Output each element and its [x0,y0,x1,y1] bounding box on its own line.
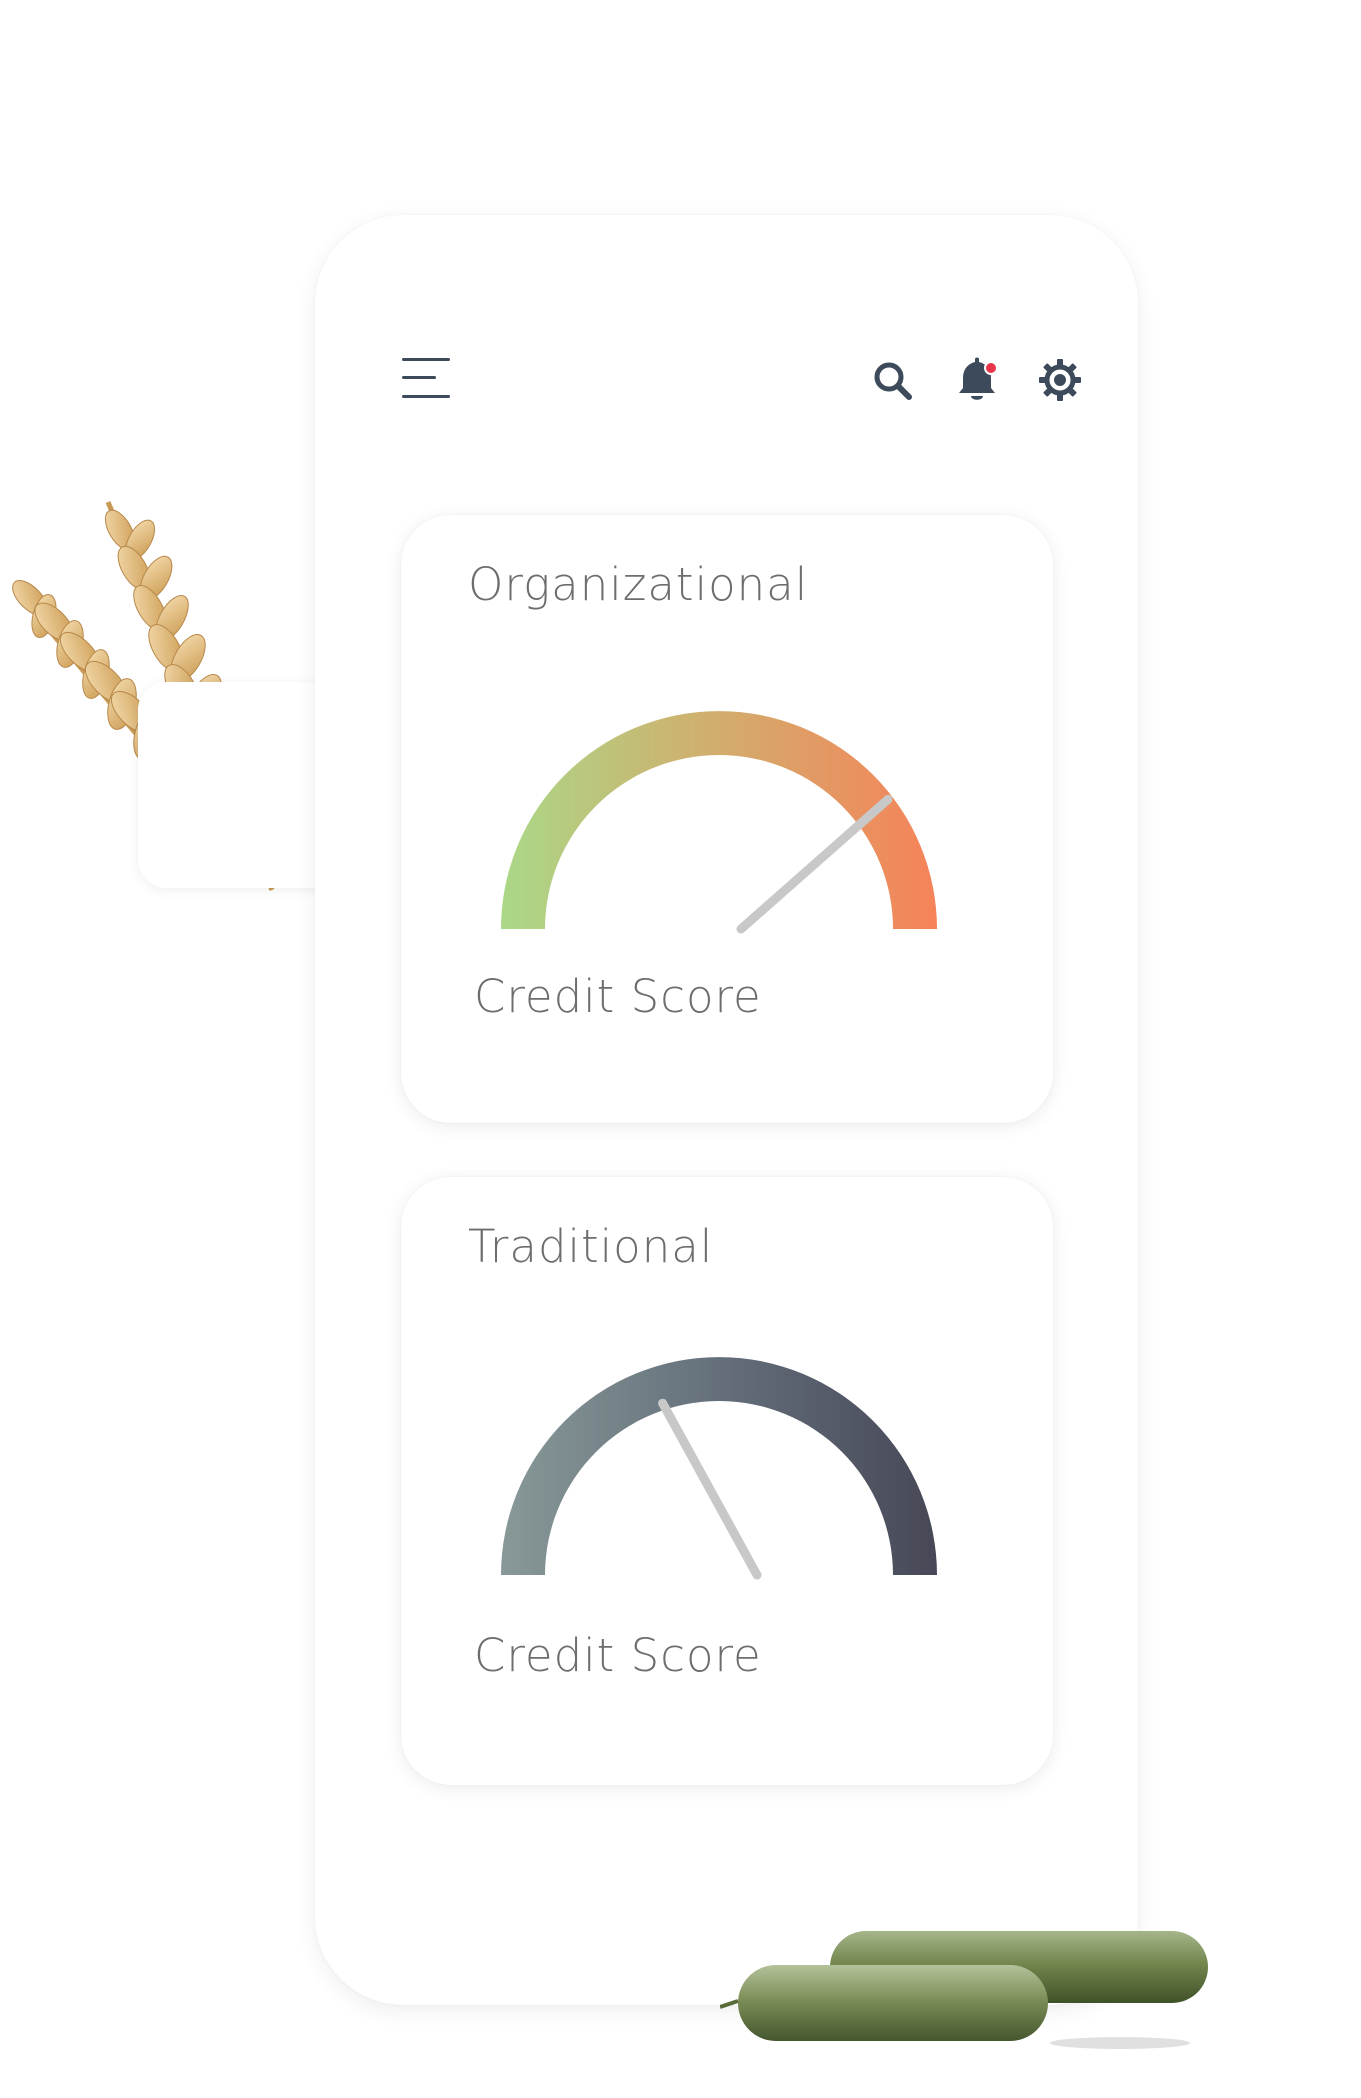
gauge-arc [501,711,937,929]
hamburger-menu-icon[interactable] [402,356,452,402]
bell-icon[interactable] [955,355,1001,405]
cucumber-image [720,1931,1208,2049]
traditional-score-card[interactable]: Traditional Credit Score [401,1177,1053,1785]
credit-score-gauge [501,1357,937,1580]
gauge-arc [501,1357,937,1575]
credit-score-gauge [501,711,937,934]
gauge-needle [736,794,893,934]
gear-icon[interactable] [1038,358,1082,402]
card-subtitle: Credit Score [474,1629,762,1682]
gauge-needle [658,1398,762,1580]
card-subtitle: Credit Score [474,970,762,1023]
organizational-score-card[interactable]: Organizational Credit Score [401,515,1053,1123]
search-icon[interactable] [872,360,914,402]
notification-badge [984,361,998,375]
